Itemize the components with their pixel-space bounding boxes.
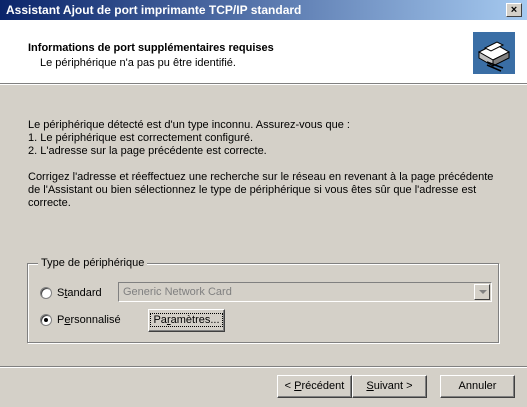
printer-port-icon — [473, 32, 515, 74]
body-line-2: 1. Le périphérique est correctement conf… — [28, 132, 254, 144]
custom-radio[interactable] — [40, 314, 52, 326]
title-bar: Assistant Ajout de port imprimante TCP/I… — [0, 0, 527, 20]
settings-label-post: amètres... — [170, 314, 220, 326]
next-label-key: S — [366, 380, 374, 392]
cancel-button-label: Annuler — [458, 380, 497, 392]
next-button[interactable]: Suivant > — [352, 375, 427, 398]
back-button-label: < Précédent — [285, 380, 345, 392]
back-label-post: récédent — [301, 380, 345, 392]
body-line-3: 2. L'adresse sur la page précédente est … — [28, 145, 267, 157]
settings-button[interactable]: Paramètres... — [148, 309, 225, 332]
custom-label[interactable]: Personnalisé — [57, 314, 121, 326]
close-button[interactable]: × — [506, 3, 522, 17]
custom-label-post: rsonnalisé — [70, 314, 121, 326]
body-para2-line-3: correcte. — [28, 197, 71, 209]
header-title: Informations de port supplémentaires req… — [28, 42, 274, 54]
next-button-label: Suivant > — [366, 380, 412, 392]
settings-button-label: Paramètres... — [150, 313, 223, 327]
device-type-group — [27, 263, 499, 343]
standard-device-value: Generic Network Card — [123, 286, 232, 298]
device-type-legend: Type de périphérique — [38, 257, 148, 269]
standard-label-post: andard — [67, 287, 102, 299]
back-label-key: P — [294, 380, 302, 392]
body-para2-line-1: Corrigez l'adresse et réeffectuez une re… — [28, 171, 494, 183]
back-label-pre: < — [284, 380, 295, 392]
standard-label[interactable]: Standard — [57, 287, 102, 299]
footer-divider-highlight — [0, 367, 527, 368]
chevron-down-icon[interactable] — [474, 284, 490, 300]
next-label-post: uivant > — [373, 380, 413, 392]
settings-label-pre: Pa — [153, 314, 167, 326]
wizard-header: Informations de port supplémentaires req… — [0, 20, 527, 83]
header-subtitle: Le périphérique n'a pas pu être identifi… — [40, 57, 236, 69]
header-divider-highlight — [0, 84, 527, 85]
cancel-button[interactable]: Annuler — [440, 375, 515, 398]
body-line-1: Le périphérique détecté est d'un type in… — [28, 119, 350, 131]
close-icon: × — [510, 4, 518, 16]
standard-device-select[interactable]: Generic Network Card — [118, 282, 492, 302]
back-button[interactable]: < Précédent — [277, 375, 352, 398]
window-title: Assistant Ajout de port imprimante TCP/I… — [6, 3, 302, 17]
standard-radio[interactable] — [40, 287, 52, 299]
body-para2-line-2: de l'Assistant ou bien sélectionnez le t… — [28, 184, 477, 196]
